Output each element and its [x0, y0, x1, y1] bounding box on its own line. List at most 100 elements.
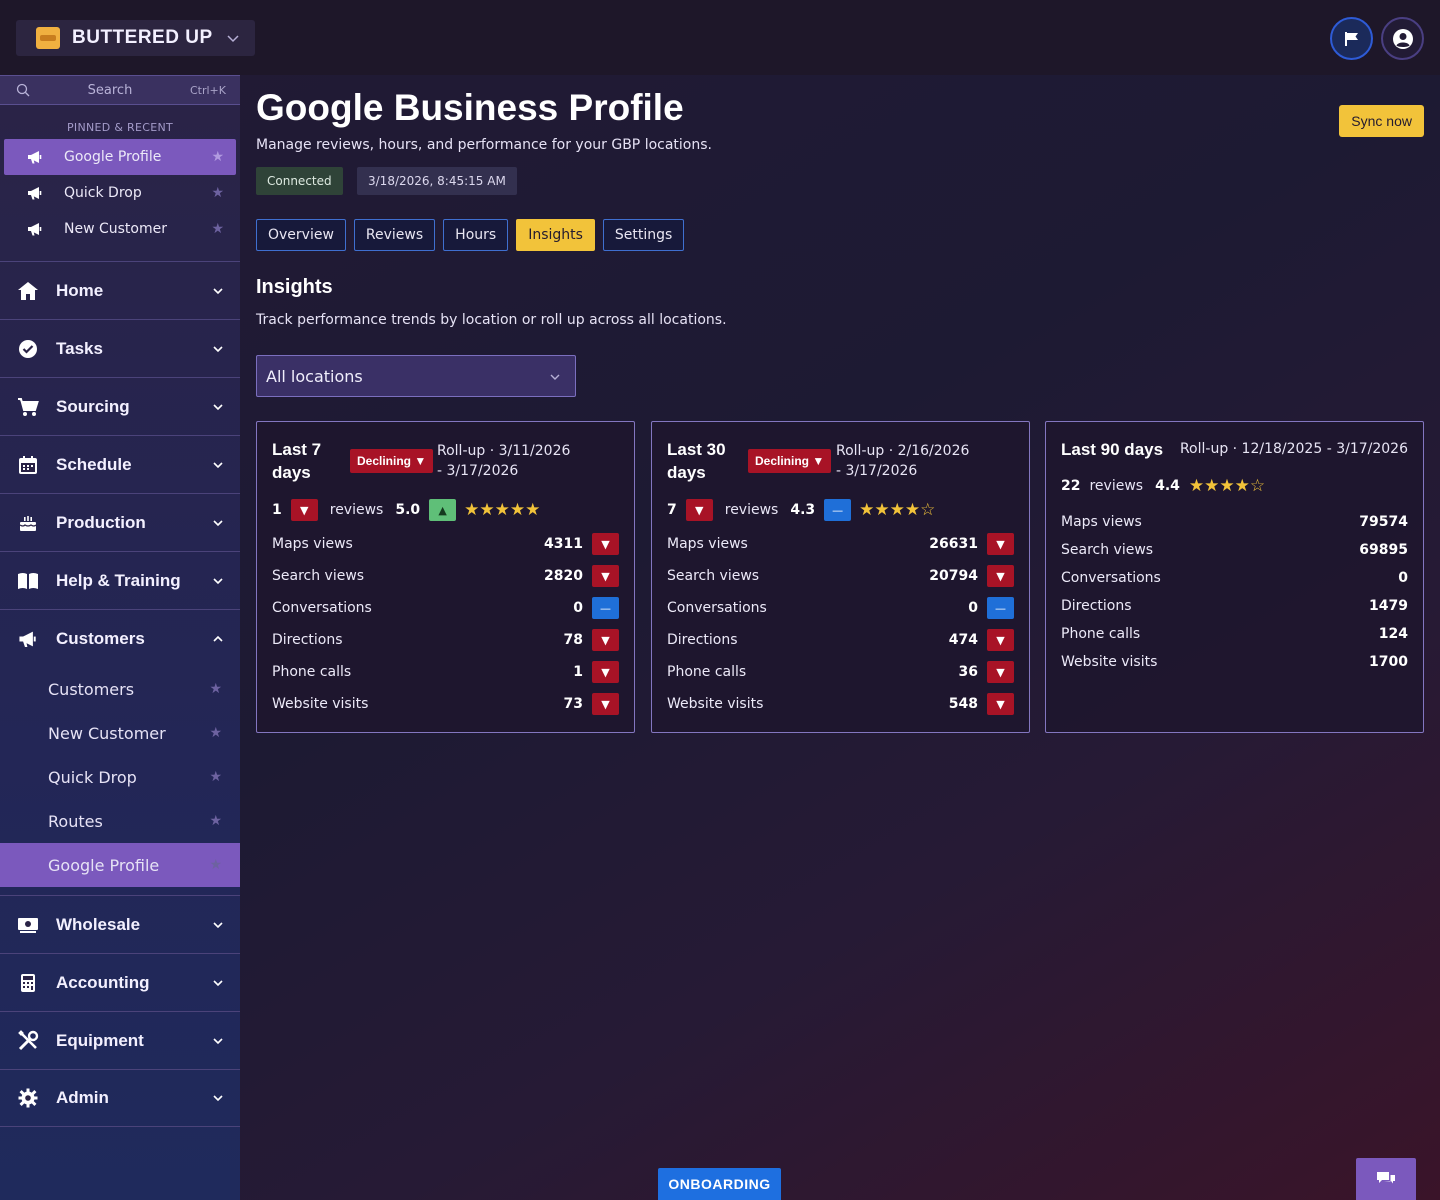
search-icon	[16, 83, 30, 97]
star-icon[interactable]: ★	[209, 813, 222, 829]
nav-group-label: Accounting	[56, 972, 150, 992]
search-input[interactable]: Search	[30, 83, 190, 98]
card-rollup-range: Roll-up · 2/16/2026 - 3/17/2026	[836, 443, 970, 479]
chevron-down-icon	[213, 461, 223, 468]
metric-label: Directions	[667, 632, 738, 648]
nav-group-accounting[interactable]: Accounting	[0, 953, 240, 1011]
tab-settings[interactable]: Settings	[602, 219, 685, 251]
star-icon[interactable]: ★	[211, 221, 224, 237]
tab-overview[interactable]: Overview	[256, 219, 346, 251]
pinned-item-new-customer[interactable]: New Customer ★	[4, 211, 236, 247]
tab-hours[interactable]: Hours	[443, 219, 509, 251]
nav-group-home[interactable]: Home	[0, 261, 240, 319]
sub-item-customers[interactable]: Customers ★	[0, 667, 240, 711]
nav-group-label: Wholesale	[56, 914, 141, 934]
trend-down-icon: ▼	[987, 565, 1014, 587]
location-select[interactable]: All locations	[256, 355, 576, 397]
star-icon[interactable]: ★	[209, 681, 222, 697]
nav-group-customers[interactable]: Customers	[0, 609, 240, 667]
metric-label: Maps views	[667, 536, 748, 552]
metric-value: 1	[573, 664, 583, 680]
nav-group-label: Equipment	[56, 1030, 144, 1050]
flag-button[interactable]	[1330, 17, 1373, 60]
sub-item-quick-drop[interactable]: Quick Drop ★	[0, 755, 240, 799]
trend-down-icon: ▼	[987, 693, 1014, 715]
tab-bar: Overview Reviews Hours Insights Settings	[256, 219, 685, 251]
pinned-item-quick-drop[interactable]: Quick Drop ★	[4, 175, 236, 211]
tab-insights[interactable]: Insights	[516, 219, 595, 251]
trend-down-icon: ▼	[592, 693, 619, 715]
nav-group-admin[interactable]: Admin	[0, 1069, 240, 1127]
nav-group-help-training[interactable]: Help & Training	[0, 551, 240, 609]
pinned-item-google-profile[interactable]: Google Profile ★	[4, 139, 236, 175]
rating-stars: ★★★★☆	[859, 500, 936, 520]
sub-item-google-profile[interactable]: Google Profile ★	[0, 843, 240, 887]
chevron-down-icon	[213, 921, 223, 928]
nav-group-wholesale[interactable]: Wholesale	[0, 895, 240, 953]
calculator-icon	[21, 973, 35, 992]
metric-value: 20794	[929, 568, 978, 584]
metric-label: Phone calls	[667, 664, 747, 680]
onboarding-button[interactable]: ONBOARDING	[658, 1168, 781, 1200]
chat-icon	[1377, 1172, 1395, 1184]
trend-badge: Declining ▼	[350, 449, 434, 473]
card-period: Last 7 days	[272, 440, 322, 482]
nav-group-label: Help & Training	[56, 570, 181, 590]
flag-icon	[1344, 31, 1358, 46]
reviews-label: reviews	[329, 502, 384, 518]
metric-label: Maps views	[272, 536, 353, 552]
star-icon[interactable]: ★	[211, 185, 224, 201]
trend-badge: Declining ▼	[748, 449, 832, 473]
metric-value: 4311	[544, 536, 583, 552]
reviews-row: 1 ▼ reviews 5.0 ▲ ★★★★★	[272, 492, 619, 528]
metric-row: Search views 69895	[1061, 536, 1408, 564]
sub-item-label: Customers	[48, 679, 135, 699]
chevron-down-icon	[227, 35, 239, 43]
nav-group-label: Sourcing	[56, 396, 130, 416]
card-rollup-range: Roll-up · 3/11/2026 - 3/17/2026	[437, 443, 571, 479]
pinned-item-label: Google Profile	[64, 149, 162, 165]
metric-row: Search views 20794 ▼	[667, 560, 1014, 592]
megaphone-icon	[28, 151, 42, 164]
metric-row: Phone calls 124	[1061, 620, 1408, 648]
trend-down-icon: ▼	[592, 565, 619, 587]
reviews-count: 1	[272, 502, 282, 518]
metric-row: Conversations 0 —	[667, 592, 1014, 624]
metric-value: 36	[958, 664, 978, 680]
trend-up-icon: ▲	[429, 499, 457, 521]
reviews-label: reviews	[724, 502, 779, 518]
sync-now-button[interactable]: Sync now	[1339, 105, 1424, 137]
sidebar-search[interactable]: Search Ctrl+K	[0, 75, 240, 105]
nav-group-sourcing[interactable]: Sourcing	[0, 377, 240, 435]
cart-icon	[18, 397, 39, 416]
trend-down-icon: ▼	[592, 629, 619, 651]
nav-group-schedule[interactable]: Schedule	[0, 435, 240, 493]
chat-button[interactable]	[1356, 1158, 1416, 1200]
sub-item-new-customer[interactable]: New Customer ★	[0, 711, 240, 755]
calendar-icon	[19, 455, 37, 474]
trend-flat-icon: —	[824, 499, 852, 521]
tools-icon	[18, 1029, 39, 1050]
nav-group-label: Schedule	[56, 454, 132, 474]
nav-group-label: Tasks	[56, 338, 103, 358]
nav-group-tasks[interactable]: Tasks	[0, 319, 240, 377]
insights-card-7-days: Last 7 days Declining ▼ Roll-up · 3/11/2…	[256, 421, 635, 733]
sidebar: Search Ctrl+K PINNED & RECENT Google Pro…	[0, 75, 240, 1200]
page-subtitle: Manage reviews, hours, and performance f…	[256, 137, 712, 153]
nav-group-equipment[interactable]: Equipment	[0, 1011, 240, 1069]
top-bar: BUTTERED UP	[0, 0, 1440, 75]
star-icon[interactable]: ★	[209, 725, 222, 741]
rating-stars: ★★★★☆	[1188, 476, 1266, 496]
tab-reviews[interactable]: Reviews	[353, 219, 436, 251]
metric-label: Phone calls	[272, 664, 352, 680]
star-icon[interactable]: ★	[209, 857, 222, 873]
account-button[interactable]	[1381, 17, 1424, 60]
nav-group-production[interactable]: Production	[0, 493, 240, 551]
star-icon[interactable]: ★	[209, 769, 222, 785]
star-icon[interactable]: ★	[211, 149, 224, 165]
sub-item-label: New Customer	[48, 723, 166, 743]
brand-switcher[interactable]: BUTTERED UP	[16, 20, 255, 56]
last-sync-timestamp: 3/18/2026, 8:45:15 AM	[357, 167, 517, 195]
metric-label: Directions	[272, 632, 343, 648]
sub-item-routes[interactable]: Routes ★	[0, 799, 240, 843]
